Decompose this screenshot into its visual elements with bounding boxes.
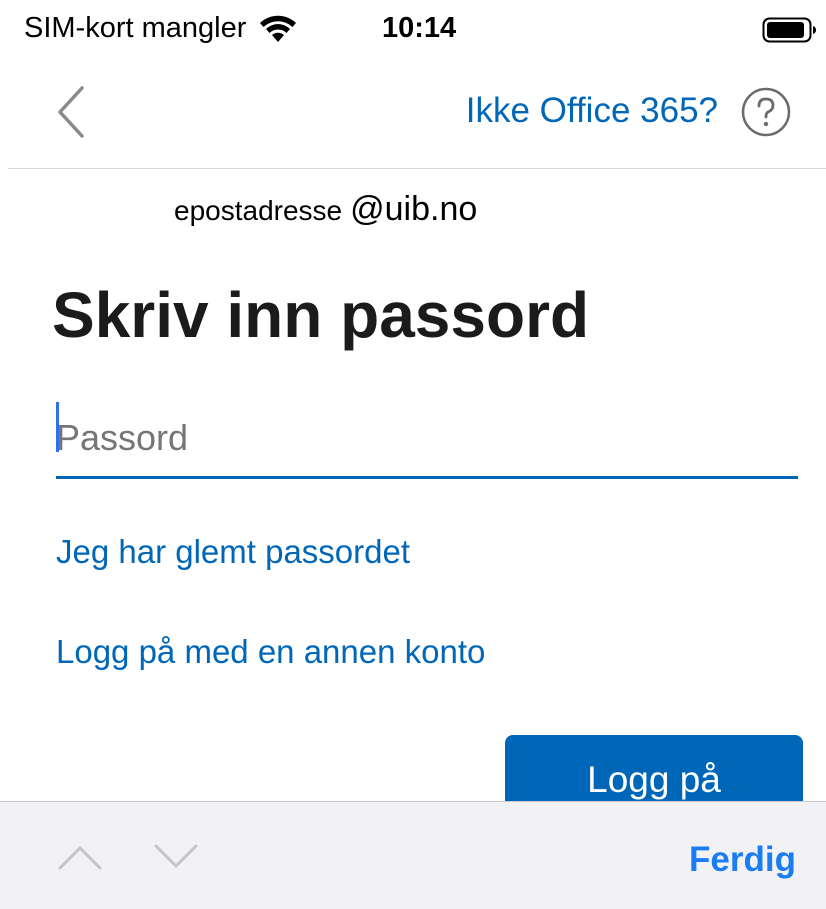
chevron-up-icon[interactable] bbox=[56, 842, 104, 872]
password-underline bbox=[56, 476, 798, 479]
password-input[interactable] bbox=[56, 400, 798, 476]
text-caret bbox=[56, 402, 59, 452]
back-button[interactable] bbox=[48, 82, 92, 142]
account-email: epostadresse @uib.no bbox=[174, 190, 477, 229]
signin-screen: SIM-kort mangler 10:14 Ikke Office 365? bbox=[0, 0, 826, 909]
page-title: Skriv inn passord bbox=[52, 279, 590, 351]
chevron-left-icon bbox=[58, 86, 84, 138]
nav-bar: Ikke Office 365? bbox=[0, 64, 826, 168]
chevron-down-icon[interactable] bbox=[152, 842, 200, 872]
battery-icon bbox=[762, 17, 816, 43]
keyboard-accessory-bar: Ferdig bbox=[0, 801, 826, 909]
password-field bbox=[56, 400, 798, 480]
email-user: epostadresse bbox=[174, 195, 343, 226]
not-office-365-link[interactable]: Ikke Office 365? bbox=[466, 91, 718, 131]
carrier-status: SIM-kort mangler bbox=[24, 12, 298, 45]
status-time: 10:14 bbox=[382, 12, 457, 44]
question-circle-icon bbox=[741, 87, 791, 137]
other-account-link[interactable]: Logg på med en annen konto bbox=[56, 633, 485, 671]
help-button[interactable] bbox=[740, 86, 792, 138]
email-domain: @uib.no bbox=[350, 190, 478, 228]
carrier-label: SIM-kort mangler bbox=[24, 12, 247, 44]
done-button[interactable]: Ferdig bbox=[689, 840, 796, 880]
nav-divider bbox=[8, 168, 826, 169]
status-bar: SIM-kort mangler 10:14 bbox=[0, 0, 826, 64]
wifi-icon bbox=[260, 15, 297, 42]
forgot-password-link[interactable]: Jeg har glemt passordet bbox=[56, 533, 410, 571]
